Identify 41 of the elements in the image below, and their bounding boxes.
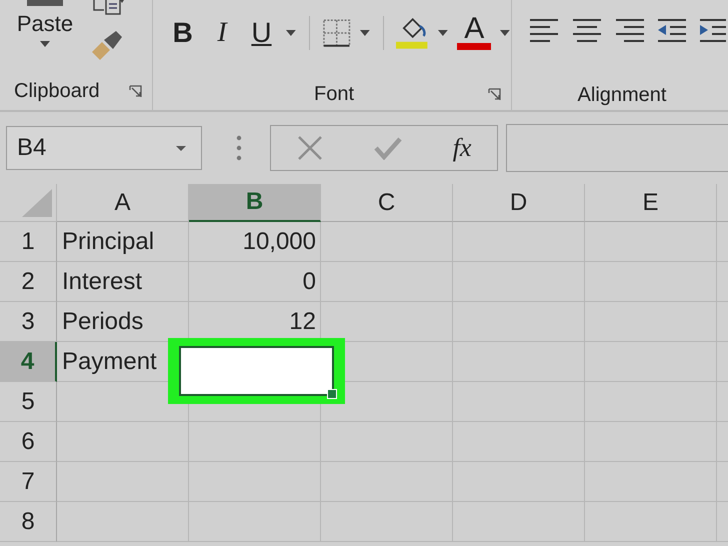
row-header[interactable]: 8 xyxy=(0,502,57,542)
borders-icon[interactable] xyxy=(322,18,352,48)
row-header[interactable]: 7 xyxy=(0,462,57,502)
table-cell[interactable]: Interest xyxy=(62,268,142,296)
name-box[interactable]: B4 xyxy=(6,126,202,170)
table-cell[interactable]: 12 xyxy=(289,308,316,336)
group-label: Font xyxy=(314,83,354,106)
row-header[interactable]: 5 xyxy=(0,382,57,422)
group-label: Alignment xyxy=(578,84,666,108)
row-header[interactable]: 4 xyxy=(0,342,57,382)
group-label: Clipboard xyxy=(14,80,100,102)
column-header[interactable]: C xyxy=(321,184,453,222)
caret-icon[interactable] xyxy=(285,28,297,37)
insert-function-button[interactable]: fx xyxy=(452,133,472,163)
grip-icon[interactable] xyxy=(236,135,242,161)
brush-icon[interactable] xyxy=(90,30,124,60)
row-header[interactable]: 6 xyxy=(0,422,57,462)
table-cell[interactable]: 0 xyxy=(302,268,316,296)
caret-icon[interactable] xyxy=(499,28,511,37)
caret-icon[interactable] xyxy=(359,28,372,37)
column-header[interactable]: E xyxy=(585,184,717,222)
column-header[interactable]: D xyxy=(453,184,585,222)
table-cell[interactable]: Periods xyxy=(62,308,144,336)
active-cell[interactable] xyxy=(179,346,334,396)
row-header[interactable]: 1 xyxy=(0,222,57,262)
row-header[interactable]: 2 xyxy=(0,262,57,302)
check-icon[interactable] xyxy=(374,136,402,160)
font-style-button[interactable]: B xyxy=(167,16,198,49)
column-header[interactable]: B xyxy=(189,184,321,222)
caret-icon[interactable] xyxy=(38,40,52,48)
paste-button[interactable]: Paste xyxy=(16,12,74,36)
dialog-launcher-icon[interactable] xyxy=(488,88,501,102)
table-cell[interactable]: Principal xyxy=(62,228,154,256)
caret-icon[interactable] xyxy=(437,28,450,37)
fill-color-icon[interactable] xyxy=(396,16,430,50)
font-color-button[interactable]: A xyxy=(457,15,492,50)
dialog-launcher-icon[interactable] xyxy=(129,84,142,98)
table-cell[interactable]: Payment xyxy=(62,348,157,376)
font-style-button[interactable]: I xyxy=(206,16,238,49)
table-cell[interactable]: 10,000 xyxy=(242,228,316,256)
font-style-button[interactable]: U xyxy=(246,16,278,49)
